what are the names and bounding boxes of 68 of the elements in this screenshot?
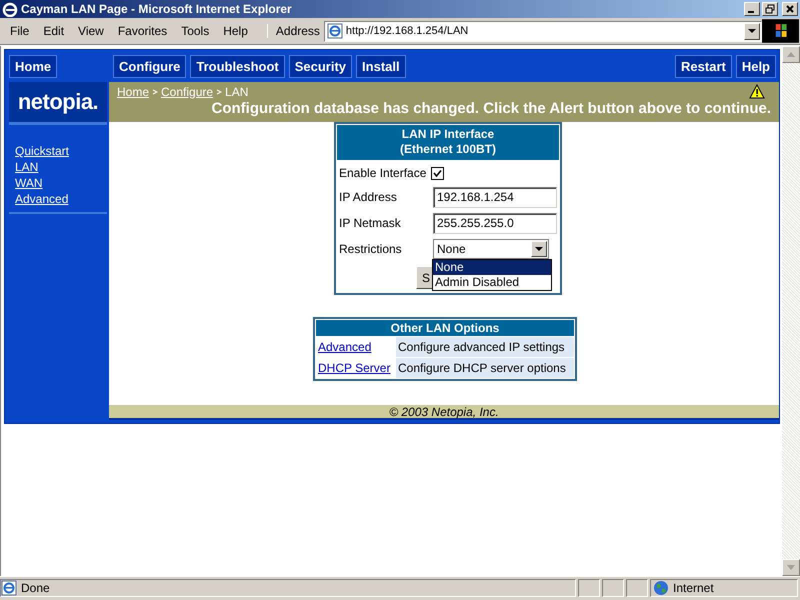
status-panel xyxy=(602,579,624,597)
scroll-down-button[interactable] xyxy=(782,559,800,576)
status-panel xyxy=(626,579,648,597)
logo: netopia. xyxy=(18,89,98,115)
alert-icon[interactable] xyxy=(749,84,765,99)
menu-item[interactable]: Edit xyxy=(36,24,72,38)
menu-item[interactable]: File xyxy=(3,24,36,38)
field-label: Enable Interface xyxy=(339,166,426,180)
nav-tab[interactable]: Configure xyxy=(113,54,186,78)
dropdown-option[interactable]: Admin Disabled xyxy=(433,275,551,290)
nav-tab[interactable]: Install xyxy=(356,54,406,78)
scroll-up-button[interactable] xyxy=(782,46,800,63)
input-field[interactable]: 255.255.255.0 xyxy=(433,212,557,234)
windows-logo-icon xyxy=(762,19,799,43)
globe-icon xyxy=(653,580,669,596)
separator-icon xyxy=(216,88,222,94)
menu-item[interactable]: Favorites xyxy=(110,24,174,38)
window-title: Cayman LAN Page - Microsoft Internet Explorer xyxy=(21,2,293,16)
option-link[interactable]: Advanced xyxy=(316,340,396,354)
field-label: IP Address xyxy=(339,190,398,204)
field-label: Restrictions xyxy=(339,242,403,256)
nav-tab[interactable]: Troubleshoot xyxy=(190,54,285,78)
caret-icon xyxy=(748,28,756,34)
option-description: Configure DHCP server options xyxy=(396,358,574,378)
menu-item[interactable]: Help xyxy=(216,24,255,38)
separator-icon xyxy=(152,88,158,94)
menu-item[interactable]: View xyxy=(71,24,111,38)
nav-tab[interactable]: Security xyxy=(288,54,352,78)
input-field[interactable]: 192.168.1.254 xyxy=(433,186,557,208)
dropdown-button[interactable] xyxy=(531,241,547,257)
alert-message: Configuration database has changed. Click the Alert button above to continue. xyxy=(210,100,771,117)
page-icon xyxy=(1,580,17,596)
select-field[interactable]: None xyxy=(433,239,549,259)
sidebar-link[interactable]: Quickstart xyxy=(15,143,107,159)
close-icon xyxy=(785,4,795,14)
nav-tab[interactable]: Restart xyxy=(675,54,732,78)
field-label: IP Netmask xyxy=(339,216,402,230)
breadcrumb-current: LAN xyxy=(225,84,248,98)
scrollbar[interactable] xyxy=(782,46,800,576)
down-arrow-icon xyxy=(787,565,795,570)
dropdown-button[interactable] xyxy=(744,22,760,40)
up-arrow-icon xyxy=(787,52,795,57)
panel-header: Other LAN Options xyxy=(316,320,574,336)
address-label: Address xyxy=(266,24,320,38)
panel-header: LAN IP Interface (Ethernet 100BT) xyxy=(337,125,559,160)
checkbox[interactable] xyxy=(431,166,444,180)
page-icon xyxy=(326,23,343,39)
restore-button[interactable] xyxy=(762,2,778,16)
restore-icon xyxy=(765,4,775,14)
zone-label: Internet xyxy=(673,581,714,595)
caret-icon xyxy=(535,246,543,252)
sidebar-link[interactable]: Advanced xyxy=(15,191,107,207)
nav-tab[interactable]: Help xyxy=(736,54,776,78)
status-panel xyxy=(578,579,600,597)
sidebar-link[interactable]: LAN xyxy=(15,159,107,175)
option-description: Configure advanced IP settings xyxy=(396,337,574,357)
option-link[interactable]: DHCP Server xyxy=(316,361,396,375)
dropdown-option[interactable]: None xyxy=(433,260,551,275)
menu-item[interactable]: Tools xyxy=(174,24,216,38)
footer: © 2003 Netopia, Inc. xyxy=(109,405,779,420)
sidebar-link[interactable]: WAN xyxy=(15,175,107,191)
address-field[interactable]: http://192.168.1.254/LAN xyxy=(324,20,762,42)
nav-tab[interactable]: Home xyxy=(9,54,58,78)
close-button[interactable] xyxy=(782,2,798,16)
minimize-icon xyxy=(748,11,754,13)
browser-icon xyxy=(2,1,18,17)
minimize-button[interactable] xyxy=(744,2,760,16)
status-text: Done xyxy=(21,581,50,595)
